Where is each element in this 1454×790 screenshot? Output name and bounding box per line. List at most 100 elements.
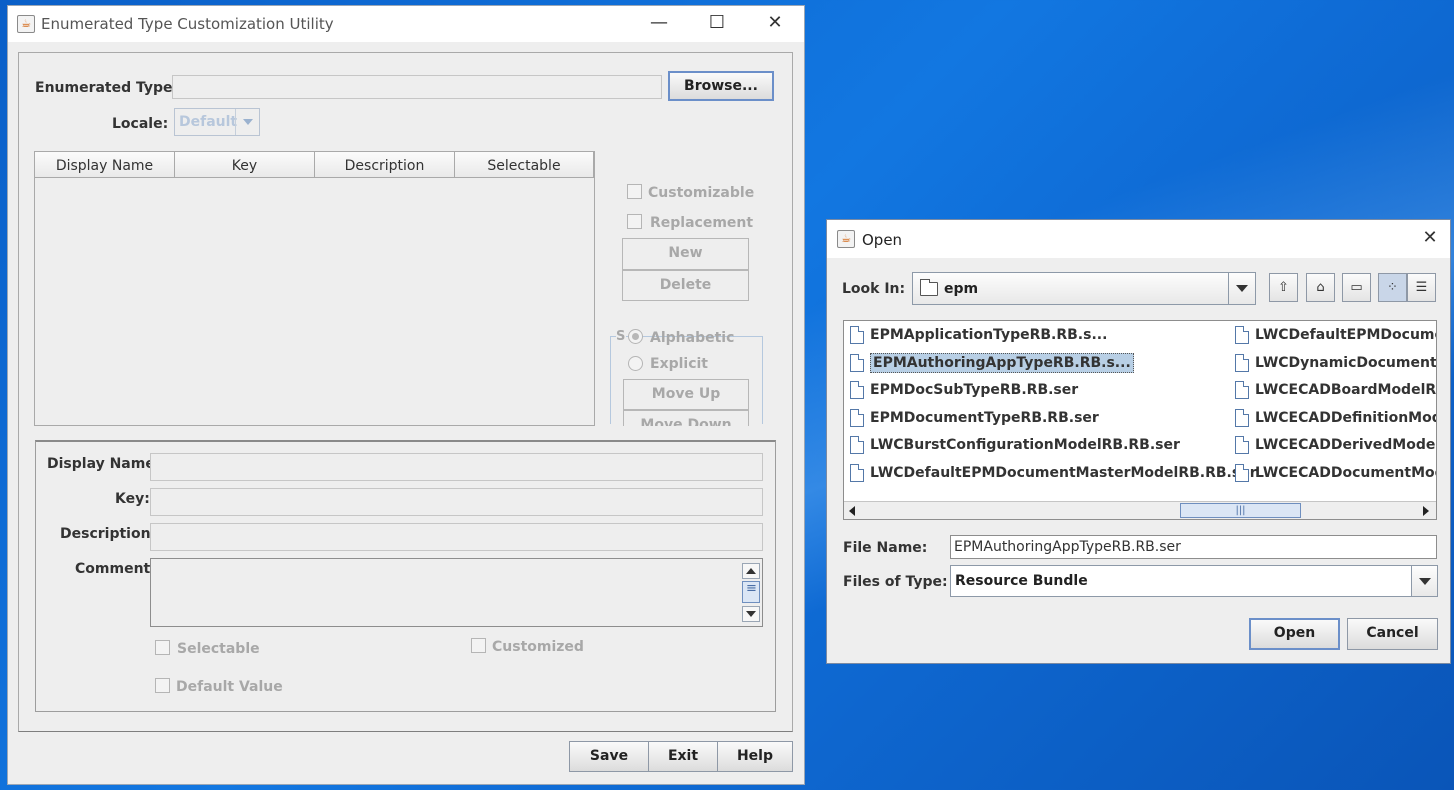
up-folder-icon[interactable]: ⇧ xyxy=(1269,273,1298,302)
file-icon xyxy=(850,409,864,427)
file-icon xyxy=(1235,381,1249,399)
open-button[interactable]: Open xyxy=(1249,618,1340,650)
default-value-checkbox[interactable] xyxy=(155,678,170,693)
key-field[interactable] xyxy=(150,488,763,516)
list-item[interactable]: EPMApplicationTypeRB.RB.s... xyxy=(844,323,1107,348)
list-item[interactable]: EPMDocumentTypeRB.RB.ser xyxy=(844,406,1099,431)
move-down-clip: Move Down xyxy=(623,410,749,426)
column-header-display-name[interactable]: Display Name xyxy=(35,152,175,178)
folder-icon xyxy=(920,279,938,296)
file-icon xyxy=(850,354,864,372)
selectable-checkbox[interactable] xyxy=(155,640,170,655)
list-view-icon[interactable]: ⁘ xyxy=(1378,273,1407,302)
scroll-left-icon[interactable] xyxy=(845,503,861,519)
list-item[interactable]: LWCECADDocumentMode xyxy=(1229,461,1436,486)
maximize-icon[interactable]: ☐ xyxy=(688,6,746,42)
list-item[interactable]: LWCBurstConfigurationModelRB.RB.ser xyxy=(844,433,1180,458)
file-icon xyxy=(1235,326,1249,344)
enum-table[interactable]: Display Name Key Description Selectable xyxy=(34,151,595,426)
description-field[interactable] xyxy=(150,523,763,551)
chevron-down-icon[interactable] xyxy=(1228,273,1255,304)
display-name-label: Display Name: xyxy=(47,456,161,472)
description-label: Description: xyxy=(60,526,157,542)
file-name-label: File Name: xyxy=(843,540,928,556)
close-icon[interactable]: ✕ xyxy=(746,6,804,42)
comment-textarea[interactable] xyxy=(150,558,763,627)
chevron-down-icon xyxy=(235,109,259,135)
display-name-field[interactable] xyxy=(150,453,763,481)
scroll-down-icon[interactable] xyxy=(742,606,760,622)
browse-button[interactable]: Browse... xyxy=(668,71,774,101)
explicit-label: Explicit xyxy=(650,356,709,372)
details-view-icon[interactable]: ☰ xyxy=(1407,273,1436,302)
look-in-label: Look In: xyxy=(842,281,906,297)
replacement-label: Replacement xyxy=(650,215,754,231)
selectable-label: Selectable xyxy=(177,641,260,657)
files-of-type-value: Resource Bundle xyxy=(955,573,1088,589)
alphabetic-radio[interactable] xyxy=(628,329,643,344)
exit-button[interactable]: Exit xyxy=(648,741,718,772)
explicit-radio[interactable] xyxy=(628,356,643,371)
chevron-down-icon[interactable] xyxy=(1411,566,1437,596)
cancel-button[interactable]: Cancel xyxy=(1347,618,1438,650)
open-dialog-title: Open xyxy=(862,231,903,249)
list-item[interactable]: EPMDocSubTypeRB.RB.ser xyxy=(844,378,1078,403)
file-icon xyxy=(1235,354,1249,372)
list-item[interactable]: LWCDynamicDocumentMc xyxy=(1229,351,1436,376)
column-header-selectable[interactable]: Selectable xyxy=(455,152,594,178)
list-item[interactable]: LWCDefaultEPMDocumentMasterModelRB.RB.se… xyxy=(844,461,1257,486)
new-button[interactable]: New xyxy=(622,238,749,270)
move-down-button[interactable]: Move Down xyxy=(623,410,749,426)
locale-label: Locale: xyxy=(112,116,169,132)
files-of-type-combo[interactable]: Resource Bundle xyxy=(950,565,1438,597)
list-item[interactable]: LWCDefaultEPMDocumer xyxy=(1229,323,1436,348)
minimize-icon[interactable]: — xyxy=(630,6,688,42)
files-of-type-label: Files of Type: xyxy=(843,574,948,590)
list-item[interactable]: LWCECADDerivedModelF xyxy=(1229,433,1436,458)
java-app-icon: ☕ xyxy=(17,15,35,33)
file-icon xyxy=(850,464,864,482)
look-in-combo[interactable]: epm xyxy=(912,272,1256,305)
file-icon xyxy=(1235,464,1249,482)
save-button[interactable]: Save xyxy=(569,741,649,772)
file-icon xyxy=(850,381,864,399)
open-dialog: ☕ Open ✕ Look In: epm ⇧ ⌂ ▭ ⁘ ☰ EPMAppli… xyxy=(826,219,1451,664)
scroll-right-icon[interactable] xyxy=(1418,503,1434,519)
new-folder-icon[interactable]: ▭ xyxy=(1342,273,1371,302)
delete-button[interactable]: Delete xyxy=(622,270,749,301)
sort-group-title: S xyxy=(616,329,626,344)
move-up-button[interactable]: Move Up xyxy=(623,379,749,410)
java-app-icon: ☕ xyxy=(837,230,855,248)
main-titlebar: ☕ Enumerated Type Customization Utility … xyxy=(8,6,804,42)
scroll-up-icon[interactable] xyxy=(742,563,760,579)
list-item-selected[interactable]: EPMAuthoringAppTypeRB.RB.s... xyxy=(844,351,1134,376)
alphabetic-label: Alphabetic xyxy=(650,330,735,346)
home-icon[interactable]: ⌂ xyxy=(1306,273,1335,302)
locale-value: Default xyxy=(179,114,238,130)
file-icon xyxy=(1235,436,1249,454)
open-titlebar: ☕ Open ✕ xyxy=(827,220,1450,258)
file-icon xyxy=(850,326,864,344)
customized-label: Customized xyxy=(492,639,584,655)
list-item[interactable]: LWCECADDefinitionMode xyxy=(1229,406,1436,431)
column-header-description[interactable]: Description xyxy=(315,152,455,178)
list-item[interactable]: LWCECADBoardModelRB xyxy=(1229,378,1436,403)
column-header-key[interactable]: Key xyxy=(175,152,315,178)
file-list[interactable]: EPMApplicationTypeRB.RB.s... EPMAuthorin… xyxy=(843,320,1437,520)
close-icon[interactable]: ✕ xyxy=(1401,221,1454,257)
comment-scrollbar[interactable] xyxy=(740,561,760,624)
replacement-checkbox[interactable] xyxy=(627,214,642,229)
window-title: Enumerated Type Customization Utility xyxy=(41,15,334,33)
customizable-checkbox[interactable] xyxy=(627,184,642,199)
scroll-thumb[interactable]: ||| xyxy=(1180,503,1301,518)
comment-label: Comment: xyxy=(75,561,156,577)
look-in-value: epm xyxy=(944,281,979,297)
customized-checkbox[interactable] xyxy=(471,638,486,653)
file-icon xyxy=(1235,409,1249,427)
help-button[interactable]: Help xyxy=(717,741,793,772)
file-icon xyxy=(850,436,864,454)
customizable-label: Customizable xyxy=(648,185,755,201)
file-list-hscrollbar[interactable]: ||| xyxy=(844,501,1436,519)
file-name-input[interactable]: EPMAuthoringAppTypeRB.RB.ser xyxy=(950,535,1437,559)
scroll-thumb[interactable] xyxy=(742,581,760,603)
